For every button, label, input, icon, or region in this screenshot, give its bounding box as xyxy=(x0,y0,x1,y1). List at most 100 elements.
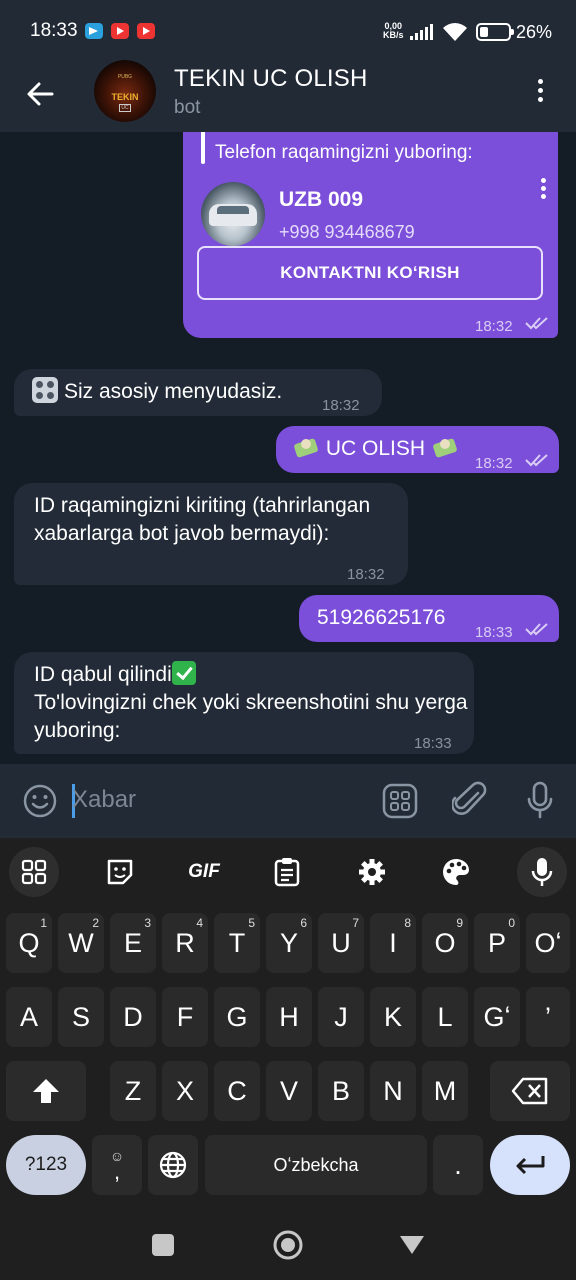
status-time: 18:33 xyxy=(30,20,78,41)
key-o-apostrophe[interactable]: Oʻ xyxy=(526,913,570,973)
read-ticks-icon xyxy=(525,623,548,636)
message-text: Siz asosiy menyudasiz. xyxy=(64,380,283,403)
recents-button-icon[interactable] xyxy=(152,1234,174,1256)
contact-avatar[interactable] xyxy=(201,182,265,246)
backspace-key[interactable] xyxy=(490,1061,570,1121)
key-o[interactable]: O9 xyxy=(422,913,468,973)
on-screen-keyboard: GIF Q1 W2 E3 R4 T5 Y6 U7 I8 O9 P0 Oʻ A S… xyxy=(0,838,576,1208)
key-v[interactable]: V xyxy=(266,1061,312,1121)
key-j[interactable]: J xyxy=(318,987,364,1047)
key-c[interactable]: C xyxy=(214,1061,260,1121)
key-i[interactable]: I8 xyxy=(370,913,416,973)
voice-input-icon[interactable] xyxy=(517,847,567,897)
message-composer xyxy=(0,764,576,838)
view-contact-button[interactable]: KONTAKTNI KOʻRISH xyxy=(197,246,543,300)
message-time: 18:32 xyxy=(347,566,385,583)
key-e[interactable]: E3 xyxy=(110,913,156,973)
message-text: 51926625176 xyxy=(317,606,446,629)
contact-more-icon[interactable] xyxy=(539,176,547,206)
key-w[interactable]: W2 xyxy=(58,913,104,973)
period-key[interactable]: . xyxy=(433,1135,483,1195)
clipboard-icon[interactable] xyxy=(262,847,312,897)
more-vertical-icon[interactable] xyxy=(530,76,550,106)
key-m[interactable]: M xyxy=(422,1061,468,1121)
key-z[interactable]: Z xyxy=(110,1061,156,1121)
key-x[interactable]: X xyxy=(162,1061,208,1121)
key-q[interactable]: Q1 xyxy=(6,913,52,973)
palette-icon[interactable] xyxy=(431,847,481,897)
arrow-left-icon[interactable] xyxy=(22,76,58,112)
money-wings-emoji-icon xyxy=(292,437,320,459)
globe-key[interactable] xyxy=(148,1135,198,1195)
message-time: 18:32 xyxy=(322,397,360,414)
key-a[interactable]: A xyxy=(6,987,52,1047)
system-navigation-bar xyxy=(0,1208,576,1280)
key-g[interactable]: G xyxy=(214,987,260,1047)
key-g-apostrophe[interactable]: Gʻ xyxy=(474,987,520,1047)
home-button-icon[interactable] xyxy=(272,1229,304,1261)
wifi-icon xyxy=(443,23,467,41)
battery-icon xyxy=(476,23,514,41)
signal-icon xyxy=(410,24,433,40)
message-text: ID raqamingizni kiriting (tahrirlangan x… xyxy=(34,494,371,545)
space-key[interactable]: Oʻzbekcha xyxy=(205,1135,427,1195)
contact-message[interactable]: TEKIN UC OLISH Telefon raqamingizni yubo… xyxy=(183,132,558,338)
microphone-icon[interactable] xyxy=(526,781,554,819)
reply-quote-bar xyxy=(201,132,205,164)
incoming-message[interactable]: ID qabul qilindi To'lovingizni chek yoki… xyxy=(14,652,474,754)
key-k[interactable]: K xyxy=(370,987,416,1047)
youtube-notification-icon xyxy=(111,23,129,39)
telegram-notification-icon xyxy=(85,23,103,39)
contact-phone: +998 934468679 xyxy=(279,222,415,242)
key-apostrophe[interactable]: ’ xyxy=(526,987,570,1047)
gif-icon[interactable]: GIF xyxy=(179,847,229,897)
message-input[interactable] xyxy=(72,782,362,818)
enter-arrow-icon xyxy=(516,1156,545,1175)
chat-subtitle: bot xyxy=(174,97,201,118)
globe-icon xyxy=(159,1151,187,1179)
symbols-key[interactable]: ?123 xyxy=(6,1135,86,1195)
control-knobs-emoji-icon xyxy=(32,377,58,403)
sticker-icon[interactable] xyxy=(95,847,145,897)
read-ticks-icon xyxy=(525,454,548,467)
shift-arrow-icon xyxy=(33,1079,59,1103)
outgoing-message[interactable]: 51926625176 18:33 xyxy=(299,595,559,642)
incoming-message[interactable]: ID raqamingizni kiriting (tahrirlangan x… xyxy=(14,483,408,585)
key-l[interactable]: L xyxy=(422,987,468,1047)
incoming-message[interactable]: Siz asosiy menyudasiz. 18:32 xyxy=(14,369,382,416)
paperclip-icon[interactable] xyxy=(452,781,488,819)
key-b[interactable]: B xyxy=(318,1061,364,1121)
message-time: 18:33 xyxy=(475,624,513,641)
key-d[interactable]: D xyxy=(110,987,156,1047)
message-text: To'lovingizni chek yoki skreenshotini sh… xyxy=(34,691,468,742)
key-s[interactable]: S xyxy=(58,987,104,1047)
chat-title[interactable]: TEKIN UC OLISH xyxy=(174,65,368,93)
battery-percent: 26% xyxy=(516,22,553,42)
message-list[interactable]: TEKIN UC OLISH Telefon raqamingizni yubo… xyxy=(0,132,576,764)
key-p[interactable]: P0 xyxy=(474,913,520,973)
reply-text: Telefon raqamingizni yuboring: xyxy=(215,142,473,163)
emoji-icon[interactable] xyxy=(22,783,58,819)
bot-avatar[interactable]: PUBG TEKIN UC xyxy=(94,60,156,122)
network-speed: 0,00 KB/s xyxy=(383,21,404,40)
key-h[interactable]: H xyxy=(266,987,312,1047)
backspace-icon xyxy=(511,1077,548,1105)
message-time: 18:32 xyxy=(475,318,513,335)
grid-icon[interactable] xyxy=(382,783,418,819)
shift-key[interactable] xyxy=(6,1061,86,1121)
settings-gear-icon[interactable] xyxy=(347,847,397,897)
key-y[interactable]: Y6 xyxy=(266,913,312,973)
key-t[interactable]: T5 xyxy=(214,913,260,973)
back-button-icon[interactable] xyxy=(398,1234,426,1256)
key-n[interactable]: N xyxy=(370,1061,416,1121)
key-f[interactable]: F xyxy=(162,987,208,1047)
check-mark-emoji-icon xyxy=(171,661,196,685)
keyboard-apps-grid-icon[interactable] xyxy=(9,847,59,897)
message-text: ID qabul qilindi xyxy=(34,663,172,686)
key-r[interactable]: R4 xyxy=(162,913,208,973)
enter-key[interactable] xyxy=(490,1135,570,1195)
outgoing-message[interactable]: UC OLISH 18:32 xyxy=(276,426,559,473)
comma-emoji-key[interactable]: ☺ , xyxy=(92,1135,142,1195)
key-u[interactable]: U7 xyxy=(318,913,364,973)
read-ticks-icon xyxy=(525,317,548,330)
